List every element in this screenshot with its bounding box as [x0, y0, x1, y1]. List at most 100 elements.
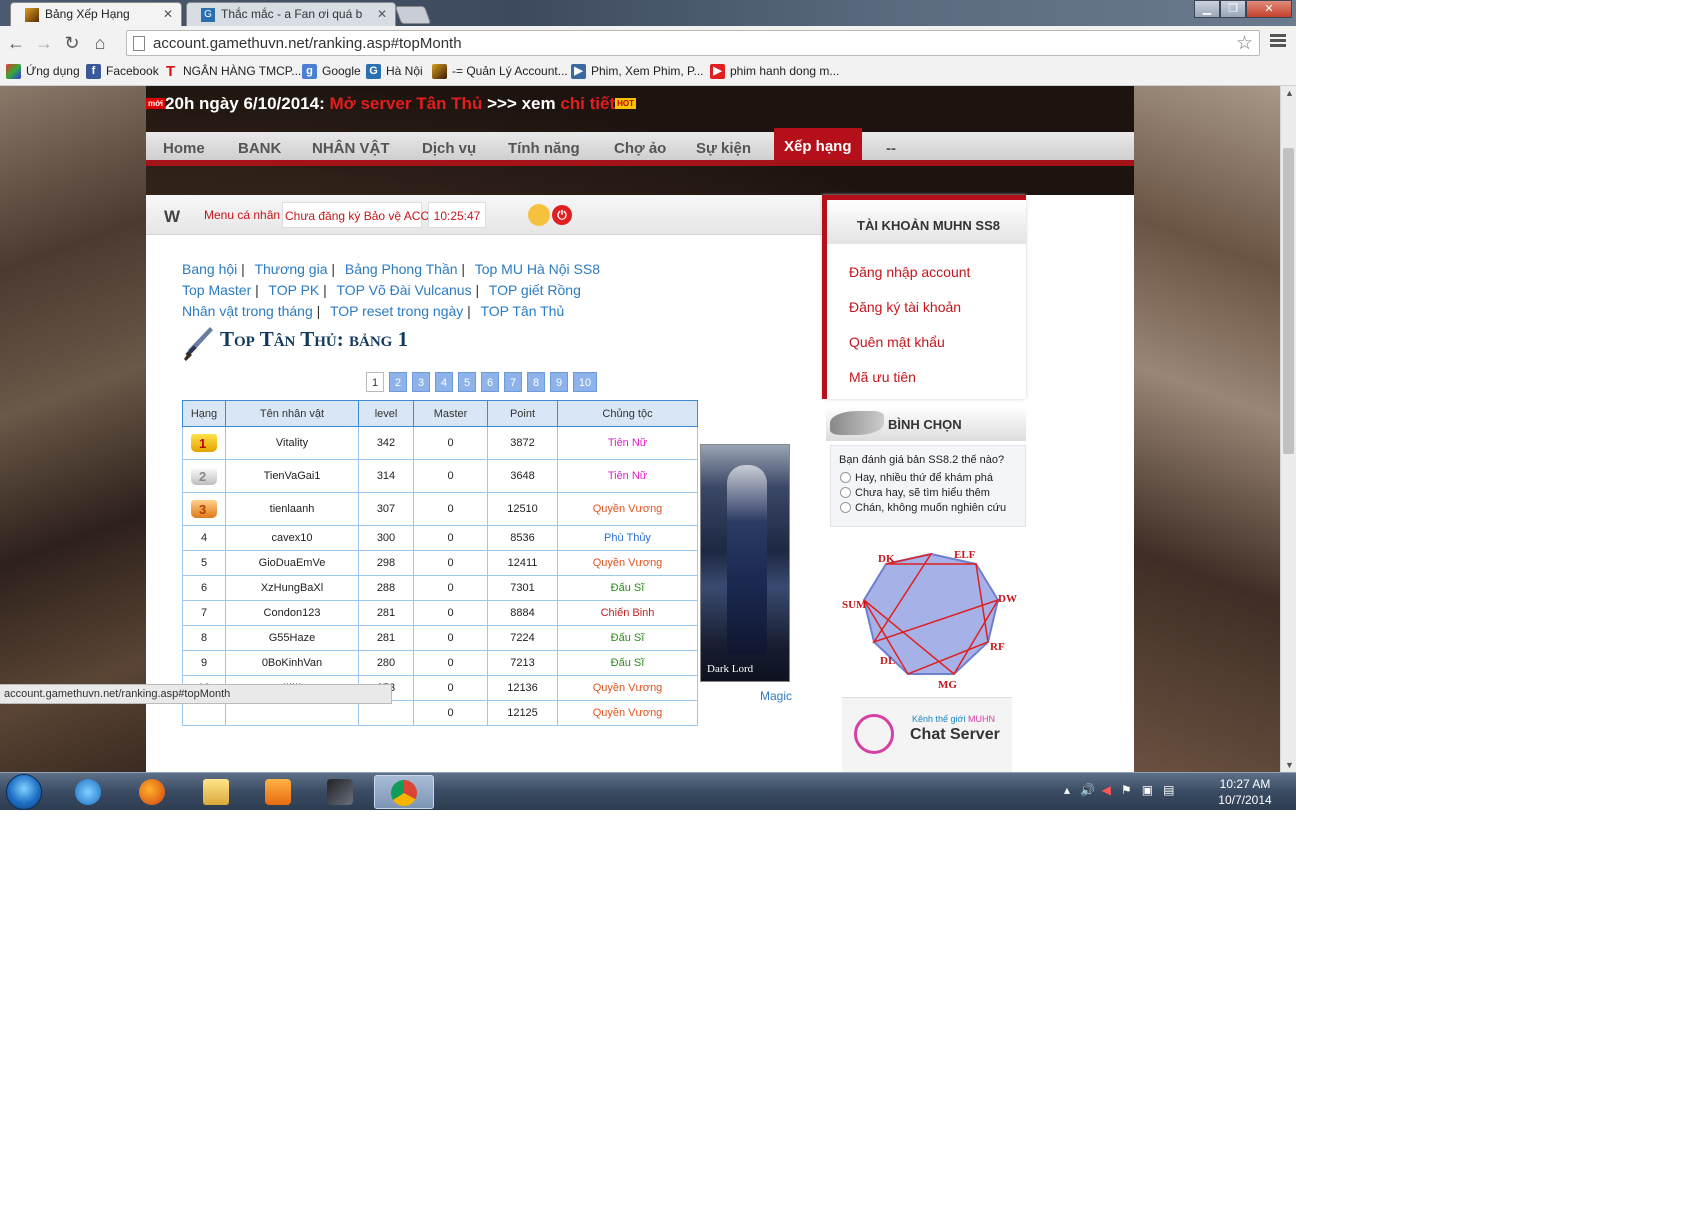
page-9[interactable]: 9	[550, 372, 568, 392]
address-bar[interactable]: account.gamethuvn.net/ranking.asp#topMon…	[126, 30, 1260, 56]
poll-option[interactable]: Chưa hay, sẽ tìm hiểu thêm	[839, 487, 1025, 502]
volume-icon[interactable]: 🔊	[1080, 783, 1095, 797]
cell-name[interactable]: G55Haze	[225, 625, 359, 651]
taskbar-mu[interactable]	[312, 775, 368, 809]
nav-dich-vu[interactable]: Dịch vụ	[422, 140, 476, 157]
cell-name[interactable]	[225, 700, 359, 726]
link-thuong-gia[interactable]: Thương gia	[254, 261, 327, 277]
close-window-button[interactable]: ✕	[1246, 0, 1292, 18]
nav-home[interactable]: Home	[163, 140, 205, 157]
cell-name[interactable]: cavex10	[225, 525, 359, 551]
poll-option[interactable]: Hay, nhiều thứ để khám phá	[839, 472, 1025, 487]
nav-bank[interactable]: BANK	[238, 140, 281, 157]
show-hidden-icon[interactable]: ▴	[1064, 783, 1070, 797]
priority-code-link[interactable]: Mã ưu tiên	[849, 369, 970, 404]
link-nhan-vat-trong-thang[interactable]: Nhân vật trong tháng	[182, 303, 313, 319]
announce-detail-link[interactable]: chi tiết	[560, 94, 615, 113]
bookmark-ha-noi[interactable]: G Hà Nội	[366, 64, 423, 79]
network-icon[interactable]: ▤	[1163, 783, 1174, 797]
clock[interactable]: 10:27 AM 10/7/2014	[1214, 776, 1276, 808]
tab-bang-xep-hang[interactable]: Bảng Xếp Hạng ✕	[10, 2, 182, 26]
page-5[interactable]: 5	[458, 372, 476, 392]
page-7[interactable]: 7	[504, 372, 522, 392]
tab-thac-mac[interactable]: G Thắc mắc - a Fan ơi quá b ✕	[186, 2, 396, 26]
cell-name[interactable]: GioDuaEmVe	[225, 550, 359, 576]
page-1[interactable]: 1	[366, 372, 384, 392]
link-top-vo-dai[interactable]: TOP Võ Đài Vulcanus	[336, 282, 471, 298]
link-bang-phong-than[interactable]: Bảng Phong Thần	[345, 261, 458, 277]
cell-name[interactable]: TienVaGai1	[225, 459, 359, 493]
page-6[interactable]: 6	[481, 372, 499, 392]
tab-close-icon[interactable]: ✕	[163, 7, 173, 21]
taskbar-media[interactable]	[250, 775, 306, 809]
power-icon[interactable]: ⏻	[552, 205, 572, 225]
link-top-reset[interactable]: TOP reset trong ngày	[330, 303, 463, 319]
radio-icon[interactable]	[840, 472, 851, 483]
scroll-up-icon[interactable]: ▲	[1285, 88, 1294, 98]
nav-nhan-vat[interactable]: NHÂN VẬT	[312, 140, 390, 157]
radio-icon[interactable]	[840, 502, 851, 513]
bookmark-facebook[interactable]: f Facebook	[86, 64, 159, 79]
chrome-menu-icon[interactable]	[1270, 32, 1286, 49]
bookmark-quan-ly-account[interactable]: -= Quản Lý Account...	[432, 64, 568, 79]
nav-su-kien[interactable]: Sự kiện	[696, 140, 751, 157]
cell-name[interactable]: tienlaanh	[225, 492, 359, 526]
link-top-giet-rong[interactable]: TOP giết Rồng	[489, 282, 581, 298]
power-tray-icon[interactable]: ▣	[1142, 783, 1153, 797]
back-arrow-icon[interactable]: ←	[4, 31, 28, 55]
cell-name[interactable]: Vitality	[225, 426, 359, 460]
bookmark-star-icon[interactable]: ☆	[1236, 32, 1253, 55]
page-3[interactable]: 3	[412, 372, 430, 392]
nav-xep-hang[interactable]: Xếp hạng	[774, 128, 862, 160]
bookmark-google[interactable]: g Google	[302, 64, 361, 79]
chat-server-banner[interactable]: Kênh thế giới MUHN Chat Server	[842, 697, 1012, 772]
speaker-warning-icon[interactable]: ◀	[1102, 783, 1111, 797]
cell-name[interactable]: Condon123	[225, 600, 359, 626]
minimize-button[interactable]: ▁	[1194, 0, 1220, 18]
link-top-master[interactable]: Top Master	[182, 282, 251, 298]
page-2[interactable]: 2	[389, 372, 407, 392]
home-icon[interactable]: ⌂	[88, 31, 112, 55]
bookmark-phim-hanh-dong[interactable]: ▶ phim hanh dong m...	[710, 64, 839, 79]
magic-link[interactable]: Magic	[760, 689, 792, 703]
nav-cho-ao[interactable]: Chợ ảo	[614, 140, 666, 157]
taskbar-chrome[interactable]	[374, 775, 434, 809]
announcement-banner[interactable]: mới 20h ngày 6/10/2014: Mở server Tân Thủ…	[146, 94, 637, 114]
page-8[interactable]: 8	[527, 372, 545, 392]
new-tab-button[interactable]	[394, 6, 432, 24]
maximize-button[interactable]: ❐	[1220, 0, 1246, 18]
bookmark-apps[interactable]: Ứng dụng	[6, 64, 80, 79]
taskbar-explorer[interactable]	[188, 775, 244, 809]
screenshot-canvas: Bảng Xếp Hạng ✕ G Thắc mắc - a Fan ơi qu…	[0, 0, 1696, 1208]
page-scrollbar[interactable]: ▲ ▼	[1280, 86, 1296, 772]
tab-close-icon[interactable]: ✕	[377, 7, 387, 21]
link-top-pk[interactable]: TOP PK	[268, 282, 319, 298]
bookmark-ngan-hang[interactable]: T NGÂN HÀNG TMCP...	[163, 64, 301, 79]
register-link[interactable]: Đăng ký tài khoản	[849, 299, 970, 334]
start-button[interactable]	[6, 774, 42, 810]
forward-arrow-icon[interactable]: →	[32, 31, 56, 55]
link-top-mu-ha-noi[interactable]: Top MU Hà Nội SS8	[475, 261, 600, 277]
nav-tinh-nang[interactable]: Tính năng	[508, 140, 580, 157]
cell-name[interactable]: 0BoKinhVan	[225, 650, 359, 676]
radio-icon[interactable]	[840, 487, 851, 498]
taskbar-firefox[interactable]	[124, 775, 180, 809]
login-link[interactable]: Đăng nhập account	[849, 264, 970, 299]
protect-acc-link[interactable]: Chưa đăng ký Bảo vệ ACC	[282, 202, 429, 228]
reload-icon[interactable]: ↻	[60, 31, 84, 55]
cell-name[interactable]: XzHungBaXl	[225, 575, 359, 601]
scroll-thumb[interactable]	[1283, 148, 1294, 454]
page-10[interactable]: 10	[573, 372, 597, 392]
link-bang-hoi[interactable]: Bang hội	[182, 261, 237, 277]
poll-option[interactable]: Chán, không muốn nghiên cứu	[839, 502, 1025, 517]
forgot-password-link[interactable]: Quên mật khẩu	[849, 334, 970, 369]
taskbar-ie[interactable]	[60, 775, 116, 809]
scroll-down-icon[interactable]: ▼	[1285, 760, 1294, 770]
bookmark-phim[interactable]: ▶ Phim, Xem Phim, P...	[571, 64, 703, 79]
page-4[interactable]: 4	[435, 372, 453, 392]
flag-icon[interactable]: ⚑	[1121, 783, 1132, 797]
link-top-tan-thu[interactable]: TOP Tân Thủ	[480, 303, 564, 319]
smiley-icon[interactable]	[528, 204, 550, 226]
personal-menu-link[interactable]: Menu cá nhân	[204, 208, 280, 222]
nav-more[interactable]: --	[886, 140, 896, 157]
